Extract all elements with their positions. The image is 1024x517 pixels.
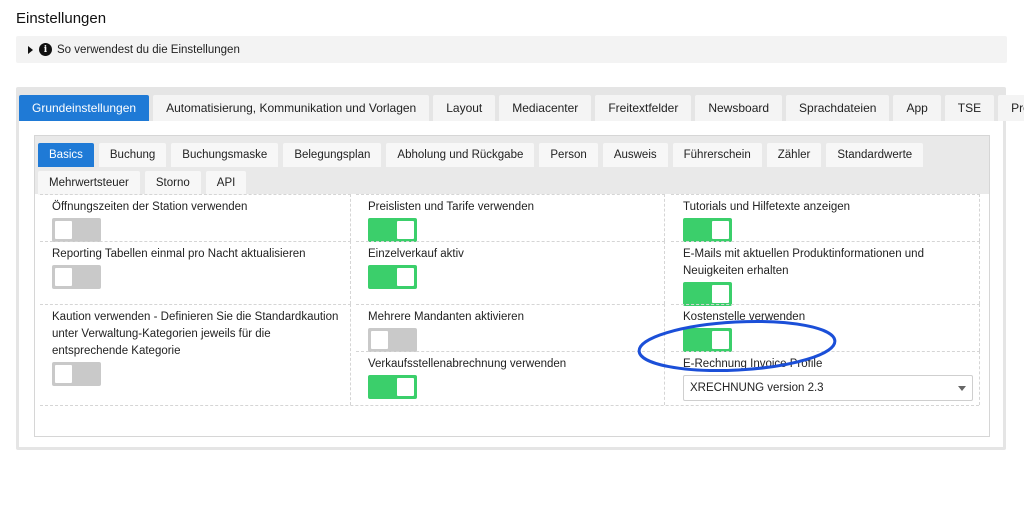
erechnung-profile-select[interactable]: XRECHNUNG version 2.3 (683, 375, 973, 401)
setting-oeffnungszeiten: Öffnungszeiten der Station verwenden (40, 194, 351, 242)
tab-content: Basics Buchung Buchungsmaske Belegungspl… (19, 121, 1003, 447)
setting-mandanten: Mehrere Mandanten aktivieren (356, 304, 665, 352)
row-divider (40, 405, 979, 406)
info-disclosure[interactable]: i So verwendest du die Einstellungen (16, 36, 1007, 63)
tab-tse[interactable]: TSE (944, 95, 995, 121)
setting-label: Tutorials und Hilfetexte anzeigen (683, 201, 851, 213)
setting-tutorials: Tutorials und Hilfetexte anzeigen (671, 194, 980, 242)
subtab-belegungsplan[interactable]: Belegungsplan (283, 143, 382, 167)
tab-sprachdateien[interactable]: Sprachdateien (786, 95, 890, 121)
setting-label: Kostenstelle verwenden (683, 311, 806, 323)
toggle-knob (55, 221, 72, 239)
setting-label: Einzelverkauf aktiv (368, 248, 464, 260)
subtab-zaehler[interactable]: Zähler (766, 143, 822, 167)
setting-label: Öffnungszeiten der Station verwenden (52, 201, 248, 213)
subtab-standardwerte[interactable]: Standardwerte (826, 143, 924, 167)
toggle-emails[interactable] (683, 282, 732, 306)
setting-label: Verkaufsstellenabrechnung verwenden (368, 358, 567, 370)
subtab-buchung[interactable]: Buchung (98, 143, 167, 167)
subtab-ausweis[interactable]: Ausweis (602, 143, 668, 167)
subtab-basics[interactable]: Basics (38, 143, 94, 167)
basics-panel: Basics Buchung Buchungsmaske Belegungspl… (34, 135, 990, 437)
toggle-mandanten[interactable] (368, 328, 417, 352)
toggle-knob (397, 268, 414, 286)
setting-verkaufsstellen: Verkaufsstellenabrechnung verwenden (356, 351, 665, 405)
toggle-knob (397, 378, 414, 396)
toggle-knob (712, 221, 729, 239)
tab-grundeinstellungen[interactable]: Grundeinstellungen (19, 95, 150, 121)
setting-kostenstelle: Kostenstelle verwenden (671, 304, 980, 352)
info-text[interactable]: So verwendest du die Einstellungen (57, 44, 240, 56)
setting-label: Kaution verwenden - Definieren Sie die S… (52, 311, 339, 357)
toggle-preislisten[interactable] (368, 218, 417, 242)
tab-layout[interactable]: Layout (433, 95, 496, 121)
setting-emails: E-Mails mit aktuellen Produktinformation… (671, 241, 980, 306)
tab-freitextfelder[interactable]: Freitextfelder (595, 95, 692, 121)
subtab-fuehrerschein[interactable]: Führerschein (672, 143, 762, 167)
setting-preislisten: Preislisten und Tarife verwenden (356, 194, 665, 242)
sub-tabs: Basics Buchung Buchungsmaske Belegungspl… (35, 136, 989, 195)
toggle-verkaufsstellen[interactable] (368, 375, 417, 399)
setting-label: E-Rechnung Invoice Profile (683, 358, 823, 370)
toggle-oeffnungszeiten[interactable] (52, 218, 101, 242)
toggle-kaution[interactable] (52, 362, 101, 386)
setting-erechnung: E-Rechnung Invoice Profile XRECHNUNG ver… (671, 351, 980, 405)
setting-kaution: Kaution verwenden - Definieren Sie die S… (40, 304, 351, 405)
chevron-down-icon (958, 385, 966, 391)
setting-label: Preislisten und Tarife verwenden (368, 201, 534, 213)
toggle-einzelverkauf[interactable] (368, 265, 417, 289)
tab-newsboard[interactable]: Newsboard (695, 95, 783, 121)
subtab-buchungsmaske[interactable]: Buchungsmaske (171, 143, 279, 167)
info-icon: i (39, 43, 52, 56)
tab-mediacenter[interactable]: Mediacenter (499, 95, 592, 121)
toggle-tutorials[interactable] (683, 218, 732, 242)
subtab-person[interactable]: Person (539, 143, 598, 167)
subtab-abholung[interactable]: Abholung und Rückgabe (386, 143, 535, 167)
toggle-knob (397, 221, 414, 239)
toggle-knob (712, 331, 729, 349)
setting-reporting: Reporting Tabellen einmal pro Nacht aktu… (40, 241, 351, 304)
subtab-api[interactable]: API (205, 171, 247, 195)
select-value: XRECHNUNG version 2.3 (690, 381, 824, 394)
toggle-knob (55, 365, 72, 383)
caret-right-icon[interactable] (28, 45, 33, 54)
page-title: Einstellungen (16, 10, 107, 27)
settings-panel: Grundeinstellungen Automatisierung, Komm… (16, 87, 1024, 450)
setting-einzelverkauf: Einzelverkauf aktiv (356, 241, 665, 304)
toggle-knob (55, 268, 72, 286)
setting-label: Reporting Tabellen einmal pro Nacht aktu… (52, 248, 306, 260)
setting-label: Mehrere Mandanten aktivieren (368, 311, 524, 323)
toggle-reporting[interactable] (52, 265, 101, 289)
toggle-knob (371, 331, 388, 349)
subtab-mehrwertsteuer[interactable]: Mehrwertsteuer (38, 171, 140, 195)
toggle-knob (712, 285, 729, 303)
toggle-kostenstelle[interactable] (683, 328, 732, 352)
main-tabs: Grundeinstellungen Automatisierung, Komm… (19, 95, 1024, 121)
setting-label: E-Mails mit aktuellen Produktinformation… (683, 248, 924, 277)
tab-app[interactable]: App (893, 95, 941, 121)
tab-automatisierung[interactable]: Automatisierung, Kommunikation und Vorla… (153, 95, 430, 121)
subtab-storno[interactable]: Storno (144, 171, 201, 195)
tab-profi[interactable]: Profi (998, 95, 1024, 121)
